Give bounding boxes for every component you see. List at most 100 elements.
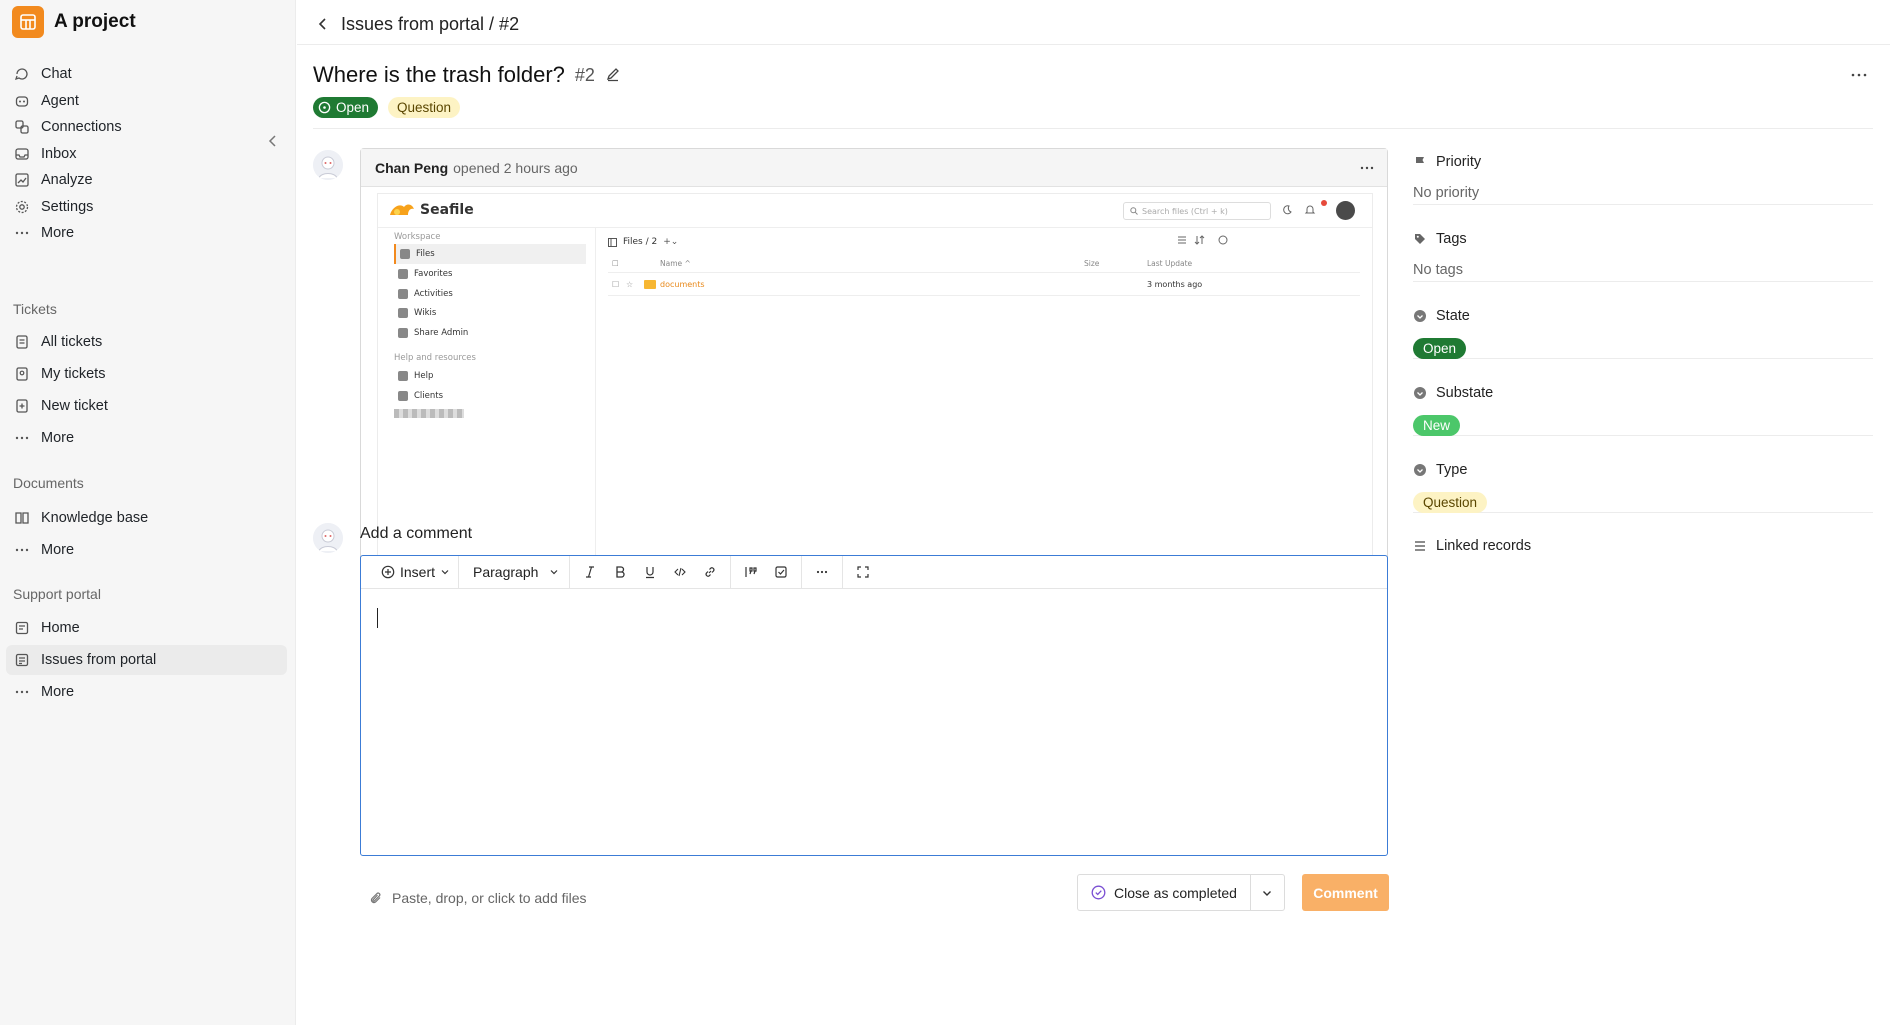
shot-nav-label: Share Admin [414,328,469,338]
linked-records[interactable]: Linked records [1413,538,1531,554]
sidebar-item-label: Inbox [41,146,77,162]
sidebar-item-more[interactable]: More [6,218,287,248]
sidebar-item-all-tickets[interactable]: All tickets [6,327,287,357]
more-options-icon[interactable] [1850,68,1868,82]
select-all-checkbox: ☐ [612,259,619,268]
issue-number: #2 [574,64,595,85]
shot-nav-label: Activities [414,289,453,299]
insert-label: Insert [400,564,436,580]
shot-workspace-label: Workspace [394,232,441,242]
sidebar-item-label: New ticket [41,398,108,414]
paragraph-select[interactable]: Paragraph [459,556,569,589]
sidebar-item-home[interactable]: Home [6,613,287,643]
post-author[interactable]: Chan Peng [375,160,448,176]
post-more-icon[interactable] [1359,161,1375,175]
comment-button[interactable]: Comment [1302,874,1389,911]
breadcrumb[interactable]: Issues from portal / #2 [341,14,519,35]
row-star-icon: ☆ [626,280,634,289]
row-name: documents [660,280,705,289]
sidebar-item-label: Settings [41,199,94,215]
issue-badges: Open Question [313,97,461,118]
post-timestamp: opened 2 hours ago [453,159,578,176]
shot-nav-help: Help [394,366,586,386]
clock-icon [398,289,408,299]
sidebar-item-issues-from-portal[interactable]: Issues from portal [6,645,287,675]
checkbox-icon[interactable] [773,564,789,580]
chevron-down-icon [441,570,449,575]
priority-value: No priority [1413,185,1480,201]
sidebar-item-my-tickets[interactable]: My tickets [6,359,287,389]
underline-icon[interactable] [642,564,658,580]
type-title: Type [1413,462,1467,478]
state-badge: Open [313,97,379,118]
sidebar-item-portal-more[interactable]: More [6,677,287,707]
shot-nav-label: Wikis [414,308,437,318]
tags-block[interactable]: Tags No tags [1413,205,1873,282]
type-block[interactable]: Type Question [1413,436,1873,513]
view-toolbar-icons [1178,235,1228,245]
plus-circle-icon [381,565,395,579]
inbox-icon [13,145,31,163]
moon-icon [1281,204,1293,216]
sidebar-item-knowledge-base[interactable]: Knowledge base [6,503,287,533]
close-as-completed-main[interactable]: Close as completed [1078,875,1251,910]
attach-files[interactable]: Paste, drop, or click to add files [369,890,587,906]
format-group [570,556,730,589]
linked-records-label: Linked records [1436,538,1532,554]
pencil-icon[interactable] [605,66,623,84]
ellipsis-icon [13,683,31,701]
close-options-dropdown[interactable] [1251,875,1284,910]
bell-icon [1304,204,1316,216]
post-header: Chan Peng opened 2 hours ago [361,149,1387,187]
priority-label: Priority [1436,154,1482,170]
plus-icon: +⌄ [663,237,679,247]
search-icon [1130,207,1138,215]
sidebar-item-chat[interactable]: Chat [6,59,287,89]
type-label: Type [1436,462,1468,478]
priority-block[interactable]: Priority No priority [1413,128,1873,205]
row-checkbox: ☐ [612,280,620,289]
sidebar-item-label: Knowledge base [41,510,149,526]
sidebar-item-label: My tickets [41,366,106,382]
back-arrow-icon[interactable] [315,16,331,32]
state-block[interactable]: State Open [1413,282,1873,359]
sidebar-item-label: Issues from portal [41,652,157,668]
files-icon [400,249,410,259]
sidebar-item-tickets-more[interactable]: More [6,423,287,453]
insert-menu[interactable]: Insert [373,556,458,589]
ellipsis-icon [13,224,31,242]
attached-screenshot[interactable]: Seafile Search files (Ctrl + k) Workspac… [377,193,1373,578]
project-header[interactable]: A project [12,6,136,38]
sidebar-item-new-ticket[interactable]: New ticket [6,391,287,421]
comment-editor[interactable]: Insert Paragraph [360,555,1388,856]
code-icon[interactable] [672,564,688,580]
quote-icon[interactable] [743,564,759,580]
attach-hint: Paste, drop, or click to add files [392,890,587,906]
substate-pill: New [1413,415,1461,436]
state-pill: Open [1413,338,1467,359]
sidebar-item-label: More [41,684,75,700]
block-group [731,556,801,589]
italic-icon[interactable] [582,564,598,580]
connections-icon [13,118,31,136]
close-as-completed-button[interactable]: Close as completed [1077,874,1285,911]
sidebar-item-documents-more[interactable]: More [6,535,287,565]
shot-nav-wikis: Wikis [394,303,586,323]
row-divider [608,295,1360,296]
link-icon[interactable] [702,564,718,580]
more-format-icon[interactable] [814,564,830,580]
state-title: State [1413,308,1470,324]
close-as-completed-label: Close as completed [1114,884,1237,901]
bold-icon[interactable] [612,564,628,580]
sidebar-item-label: More [41,430,75,446]
substate-block[interactable]: Substate New [1413,359,1873,436]
sidebar-item-connections[interactable]: Connections [6,112,287,142]
avatar [313,150,343,180]
shot-nav-activities: Activities [394,284,586,304]
fullscreen-icon[interactable] [855,564,871,580]
notification-dot [1321,200,1327,206]
shot-nav-files: Files [394,244,586,264]
sidebar-item-analyze[interactable]: Analyze [6,165,287,195]
project-name: A project [54,11,136,32]
collapse-sidebar-icon[interactable] [265,133,281,149]
